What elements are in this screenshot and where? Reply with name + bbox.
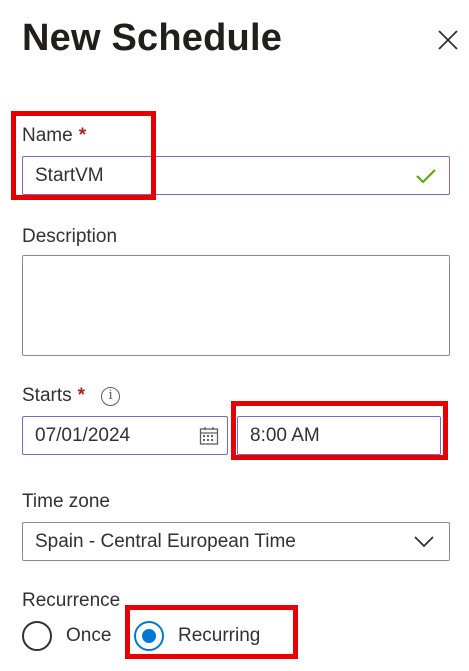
description-textarea[interactable]	[22, 255, 450, 356]
name-input-value: StartVM	[35, 164, 104, 186]
required-mark: *	[78, 125, 87, 146]
close-button[interactable]	[434, 26, 462, 54]
checkmark-icon	[416, 168, 436, 183]
name-label: Name *	[22, 124, 86, 148]
timezone-dropdown[interactable]: Spain - Central European Time	[22, 522, 450, 561]
required-mark: *	[77, 385, 86, 406]
name-input[interactable]: StartVM	[22, 156, 450, 195]
starts-label-text: Starts	[22, 385, 72, 406]
calendar-icon[interactable]	[199, 426, 219, 446]
radio-once-circle[interactable]	[22, 621, 52, 651]
start-date-value: 07/01/2024	[35, 424, 131, 446]
radio-once[interactable]: Once	[22, 621, 111, 651]
start-time-value: 8:00 AM	[250, 424, 320, 446]
chevron-down-icon	[414, 535, 434, 547]
close-icon	[438, 30, 458, 50]
description-label: Description	[22, 226, 118, 247]
name-label-text: Name	[22, 125, 73, 146]
radio-recurring[interactable]: Recurring	[134, 621, 260, 651]
radio-selected-dot	[142, 629, 156, 643]
radio-recurring-circle[interactable]	[134, 621, 164, 651]
start-date-input[interactable]: 07/01/2024	[22, 416, 228, 455]
start-time-input[interactable]: 8:00 AM	[237, 416, 441, 455]
timezone-selected: Spain - Central European Time	[35, 530, 296, 552]
timezone-label: Time zone	[22, 491, 110, 512]
info-icon[interactable]: i	[101, 386, 121, 406]
panel-title: New Schedule	[22, 17, 283, 59]
radio-recurring-label: Recurring	[178, 625, 261, 646]
starts-label: Starts * i	[22, 384, 121, 408]
recurrence-label: Recurrence	[22, 590, 121, 611]
radio-once-label: Once	[66, 625, 112, 646]
